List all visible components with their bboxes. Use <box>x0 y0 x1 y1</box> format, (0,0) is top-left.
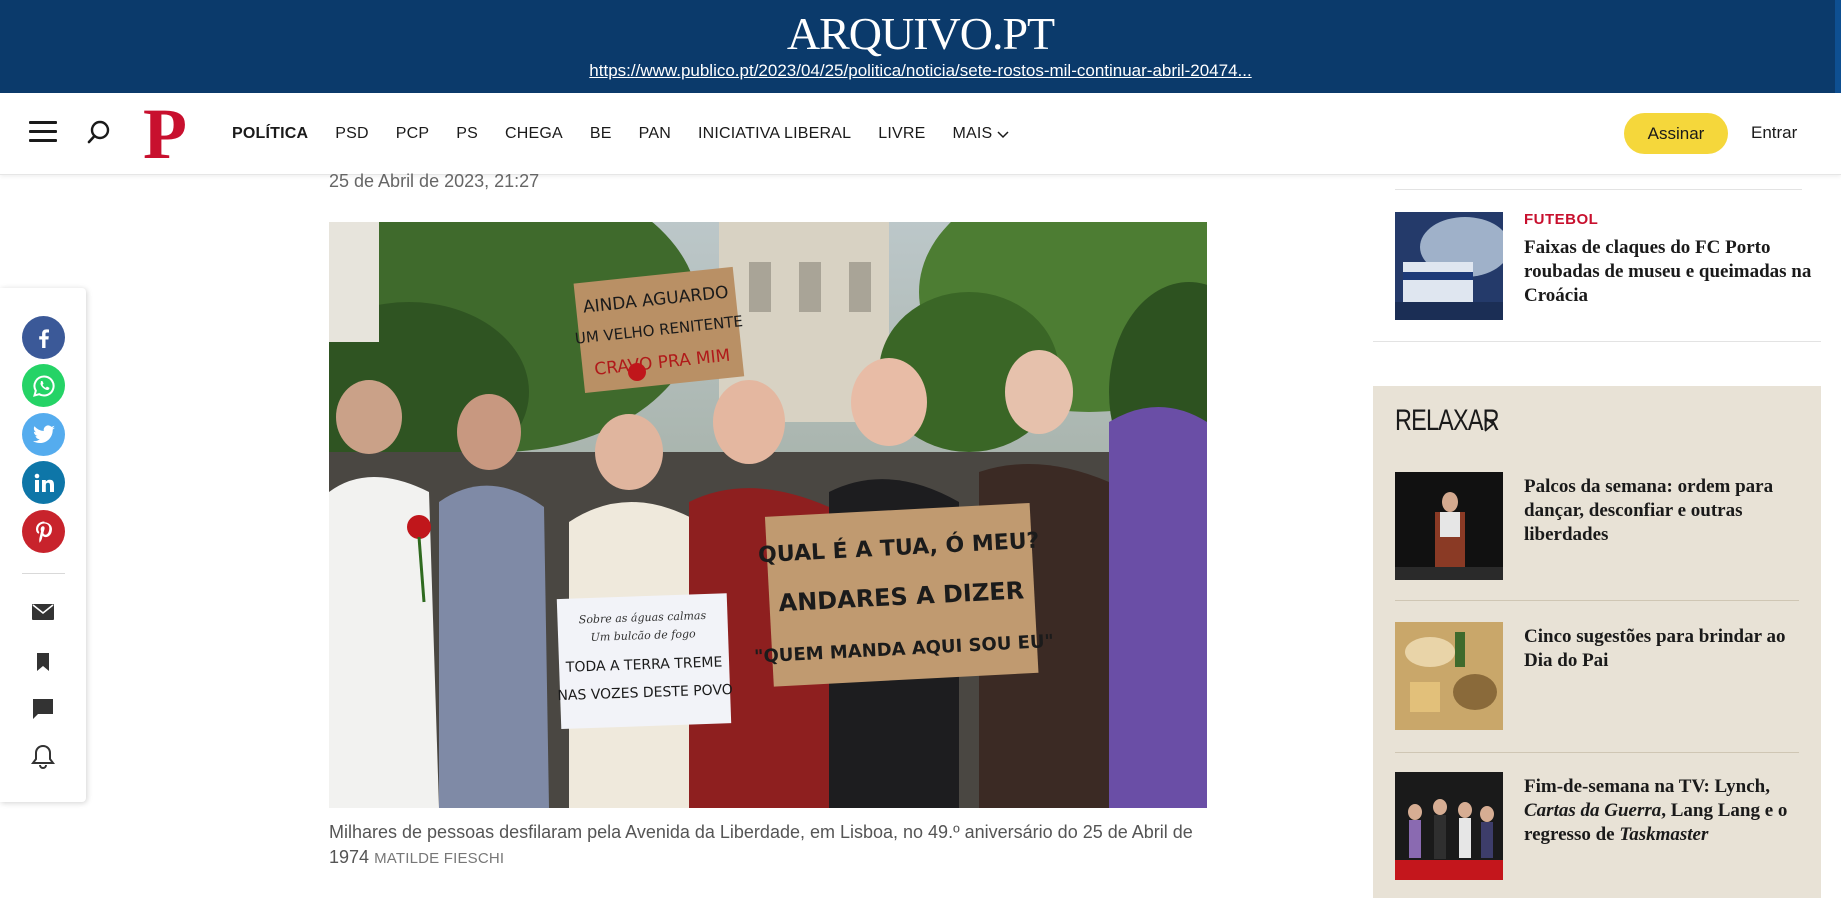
article-date: 25 de Abril de 2023, 21:27 <box>329 171 540 191</box>
bell-icon <box>31 744 55 769</box>
relax-divider <box>1395 600 1799 601</box>
notifications-button[interactable] <box>29 743 57 771</box>
subscribe-button[interactable]: Assinar <box>1624 113 1728 154</box>
bookmark-icon <box>37 653 49 671</box>
relax-headline-title: Cartas da Guerra <box>1524 800 1662 821</box>
nav-item-be[interactable]: BE <box>590 125 612 143</box>
facebook-share-button[interactable] <box>22 316 65 359</box>
relax-thumbnail[interactable] <box>1395 472 1503 580</box>
hamburger-menu-icon[interactable] <box>29 121 57 143</box>
relax-headline[interactable]: Fim-de-semana na TV: Lynch, Cartas da Gu… <box>1524 775 1794 847</box>
section-nav: POLÍTICA PSD PCP PS CHEGA BE PAN INICIAT… <box>232 93 1036 175</box>
nav-item-iniciativa-liberal[interactable]: INICIATIVA LIBERAL <box>698 125 851 143</box>
whatsapp-icon <box>32 374 55 397</box>
relax-headline-title: Taskmaster <box>1619 824 1709 845</box>
nav-item-pan[interactable]: PAN <box>639 125 671 143</box>
relax-thumbnail[interactable] <box>1395 772 1503 880</box>
email-icon <box>32 604 54 620</box>
archived-url-link[interactable]: https://www.publico.pt/2023/04/25/politi… <box>0 60 1841 82</box>
protest-photo: AINDA AGUARDO UM VELHO RENITENTE CRAVO P… <box>329 222 1207 808</box>
chevron-right-icon[interactable] <box>1482 414 1496 434</box>
email-share-button[interactable] <box>29 598 57 626</box>
related-thumbnail[interactable] <box>1395 212 1503 320</box>
bookmark-button[interactable] <box>29 648 57 676</box>
linkedin-share-button[interactable] <box>22 461 65 504</box>
login-link[interactable]: Entrar <box>1751 123 1797 143</box>
photo-credit: MATILDE FIESCHI <box>374 850 505 867</box>
image-caption: Milhares de pessoas desfilaram pela Aven… <box>329 820 1209 871</box>
nav-more-label: MAIS <box>952 125 993 142</box>
relax-divider <box>1395 752 1799 753</box>
arquivo-logo[interactable]: ARQUIVO.PT <box>0 10 1841 58</box>
relaxar-section: RELAXAR Palcos da semana: ordem para dan… <box>1373 386 1821 898</box>
linkedin-icon <box>34 473 54 492</box>
chevron-down-icon <box>997 131 1009 139</box>
nav-more-dropdown[interactable]: MAIS <box>953 125 1010 143</box>
relax-headline[interactable]: Palcos da semana: ordem para dançar, des… <box>1524 475 1794 547</box>
nav-item-pcp[interactable]: PCP <box>396 125 430 143</box>
comment-icon <box>33 699 53 719</box>
rail-divider <box>22 573 65 574</box>
twitter-share-button[interactable] <box>22 413 65 456</box>
relax-headline-part: Fim-de-semana na TV: Lynch, <box>1524 776 1770 797</box>
nav-item-livre[interactable]: LIVRE <box>878 125 925 143</box>
search-icon[interactable] <box>86 119 112 145</box>
sidebar-divider <box>1395 189 1802 190</box>
related-article[interactable]: FUTEBOL Faixas de claques do FC Porto ro… <box>1395 206 1815 320</box>
article-hero-image[interactable]: AINDA AGUARDO UM VELHO RENITENTE CRAVO P… <box>329 222 1207 808</box>
nav-item-politica[interactable]: POLÍTICA <box>232 125 308 143</box>
twitter-icon <box>32 424 55 443</box>
related-headline[interactable]: Faixas de claques do FC Porto roubadas d… <box>1524 236 1814 308</box>
related-section-tag[interactable]: FUTEBOL <box>1524 211 1598 228</box>
relax-thumbnail[interactable] <box>1395 622 1503 730</box>
banner-edge <box>1835 0 1841 93</box>
facebook-icon <box>38 328 49 348</box>
nav-item-ps[interactable]: PS <box>456 125 478 143</box>
sidebar-divider <box>1373 341 1821 342</box>
whatsapp-share-button[interactable] <box>22 364 65 407</box>
relax-item[interactable]: Palcos da semana: ordem para dançar, des… <box>1395 472 1805 580</box>
arquivo-banner: ARQUIVO.PT https://www.publico.pt/2023/0… <box>0 0 1841 93</box>
nav-item-chega[interactable]: CHEGA <box>505 125 563 143</box>
pinterest-share-button[interactable] <box>22 510 65 553</box>
share-rail <box>0 288 86 802</box>
site-header: P POLÍTICA PSD PCP PS CHEGA BE PAN INICI… <box>0 93 1841 175</box>
relax-headline[interactable]: Cinco sugestões para brindar ao Dia do P… <box>1524 625 1794 673</box>
relax-item[interactable]: Cinco sugestões para brindar ao Dia do P… <box>1395 622 1805 730</box>
comment-button[interactable] <box>29 695 57 723</box>
publico-logo[interactable]: P <box>143 98 197 170</box>
nav-item-psd[interactable]: PSD <box>335 125 369 143</box>
relax-item[interactable]: Fim-de-semana na TV: Lynch, Cartas da Gu… <box>1395 772 1805 880</box>
pinterest-icon <box>35 521 52 543</box>
